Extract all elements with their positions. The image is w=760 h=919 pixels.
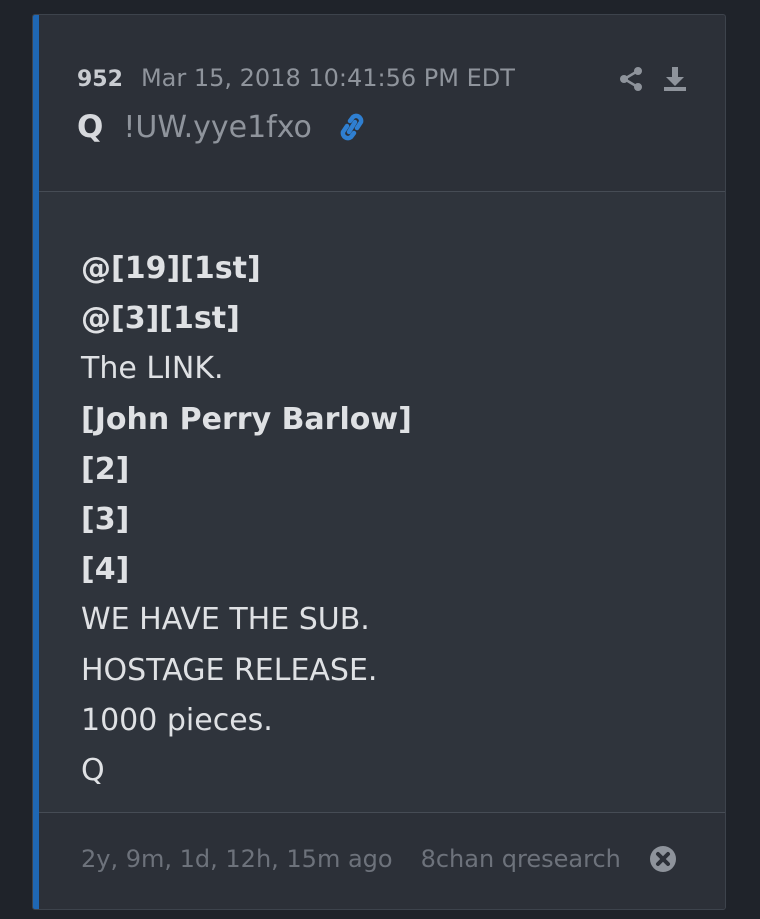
post-age: 2y, 9m, 1d, 12h, 15m ago [81,845,393,873]
message-line: @[3][1st] [81,301,240,337]
author-line: Q !UW.yye1fxo [77,109,372,145]
post-message: @[19][1st] @[3][1st] The LINK. [John Per… [81,244,412,796]
download-icon[interactable] [661,65,689,93]
post-footer: 2y, 9m, 1d, 12h, 15m ago 8chan qresearch [39,812,725,909]
footer-row: 2y, 9m, 1d, 12h, 15m ago 8chan qresearch [81,845,677,873]
message-line: The LINK. [81,351,224,387]
message-line: @[19][1st] [81,251,261,286]
post-header: 952 Mar 15, 2018 10:41:56 PM EDT Q !UW.y… [39,15,725,192]
post-source: 8chan qresearch [420,845,621,873]
message-line: Q [81,753,105,789]
share-icon[interactable] [617,65,645,93]
author-name: Q [77,109,104,145]
message-line: [4] [81,552,130,588]
post-number: 952 [77,67,123,92]
close-circle-icon[interactable] [649,845,677,873]
post-card: 952 Mar 15, 2018 10:41:56 PM EDT Q !UW.y… [32,14,726,910]
post-date: Mar 15, 2018 10:41:56 PM EDT [140,64,515,92]
header-actions [617,65,689,93]
message-line: [John Perry Barlow] [81,401,412,437]
message-line: [3] [81,502,130,538]
tripcode: !UW.yye1fxo [123,109,312,145]
message-line: WE HAVE THE SUB. [81,602,370,638]
message-line: 1000 pieces. [81,702,273,738]
link-icon[interactable] [332,109,372,145]
post-meta: 952 Mar 15, 2018 10:41:56 PM EDT [77,64,515,92]
message-line: [2] [81,451,130,487]
message-line: HOSTAGE RELEASE. [81,652,378,688]
post-body: @[19][1st] @[3][1st] The LINK. [John Per… [39,192,725,812]
